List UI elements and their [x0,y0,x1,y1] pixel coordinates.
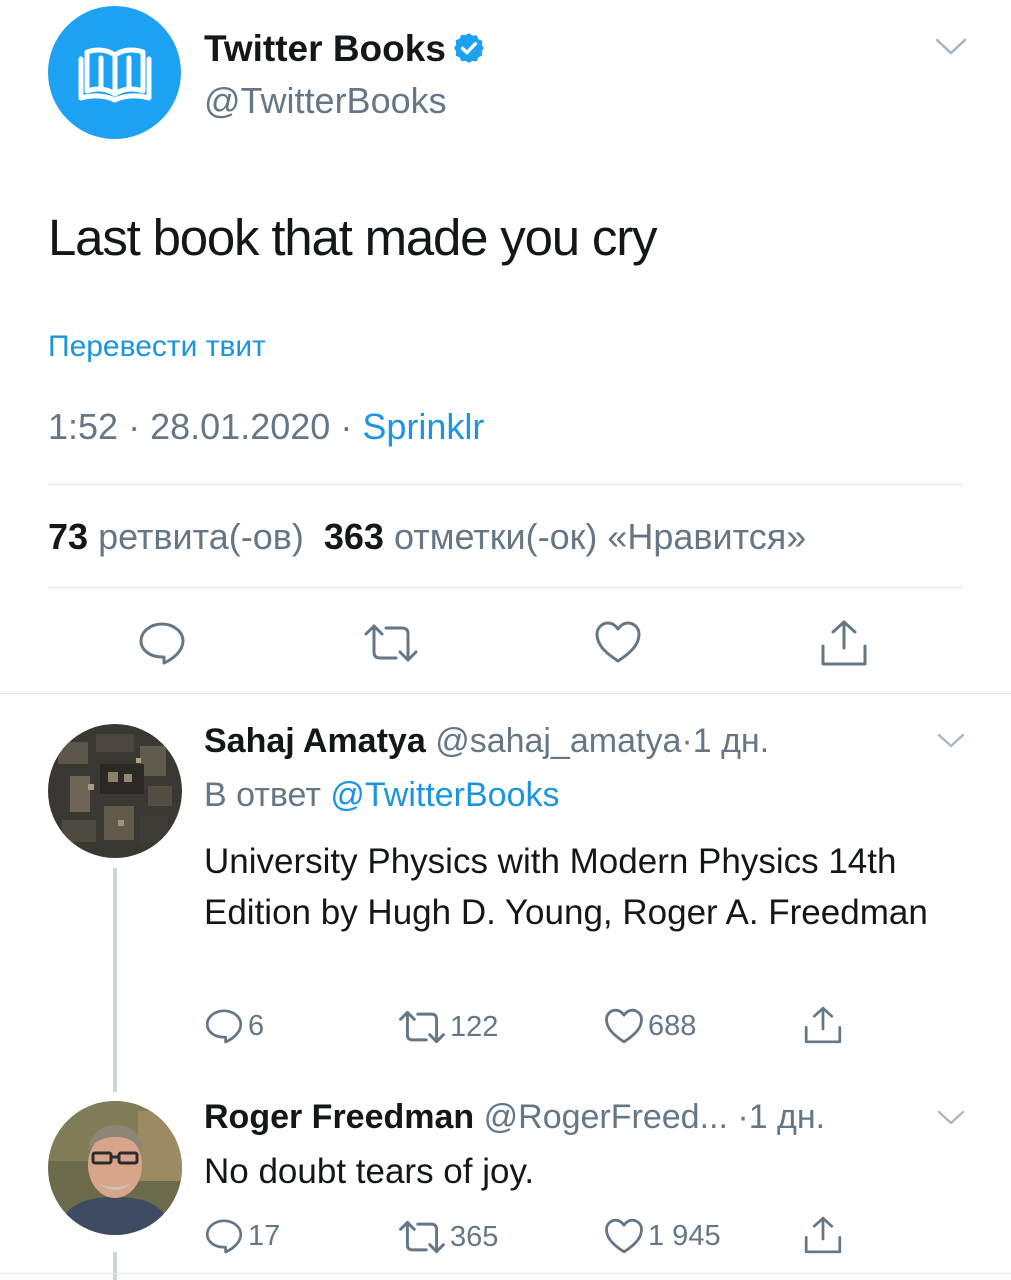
share-icon [821,620,867,666]
reply-author-handle[interactable]: @RogerFreed... [484,1098,728,1136]
verified-badge-icon [452,31,486,74]
reply-icon [205,1009,243,1044]
reply-header: Roger Freedman @RogerFreed... ·1 дн. [204,1098,825,1137]
retweet-icon [399,1010,445,1044]
author-handle[interactable]: @TwitterBooks [204,80,447,122]
reply-button[interactable] [137,620,187,666]
likes-label: отметки(-ок) «Нравится» [393,516,807,557]
retweet-icon [364,624,418,662]
reply-header: Sahaj Amatya @sahaj_amatya·1 дн. [204,722,769,761]
reply-icon [139,622,185,665]
reply-author-name[interactable]: Roger Freedman [204,1098,474,1136]
chevron-down-icon[interactable] [936,731,966,751]
meta-separator: · [340,406,353,447]
reply-count: 6 [248,1009,265,1042]
like-button[interactable]: 1 945 [604,1217,721,1255]
like-count: 1 945 [648,1219,721,1252]
reply-text: University Physics with Modern Physics 1… [204,842,928,932]
replying-to: В ответ @TwitterBooks [204,776,560,815]
author-avatar[interactable] [48,6,181,139]
thread-line [113,1252,117,1280]
avatar[interactable] [48,724,182,858]
like-count: 688 [648,1009,697,1042]
divider [48,587,963,588]
thread-line [113,868,117,1092]
tweet-text: Last book that made you cry [48,209,657,266]
meta-separator: · [128,406,141,447]
retweet-button[interactable]: 365 [398,1219,498,1255]
share-button[interactable] [803,1005,847,1045]
divider [0,1273,1011,1274]
tweet-source-link[interactable]: Sprinklr [362,406,484,447]
meta-separator: · [681,722,693,760]
divider [0,693,1011,694]
chevron-down-icon[interactable] [936,1108,966,1128]
author-name[interactable]: Twitter Books [204,28,486,74]
retweet-count: 365 [450,1220,499,1253]
author-name-text[interactable]: Twitter Books [204,28,446,69]
like-button[interactable]: 688 [604,1007,696,1045]
reply-icon [205,1219,243,1254]
retweets-count: 73 [48,516,89,557]
retweet-button[interactable] [363,622,419,664]
tweet-meta: 1:52 · 28.01.2020 · Sprinklr [48,406,484,448]
reply-time[interactable]: 1 дн. [749,1098,825,1136]
reply-time[interactable]: 1 дн. [693,722,769,760]
heart-icon [605,1218,643,1254]
open-book-icon [78,47,151,102]
retweets-stat[interactable]: 73 ретвита(-ов) [48,516,304,557]
translate-tweet-link[interactable]: Перевести твит [48,330,266,364]
reply-author-name[interactable]: Sahaj Amatya [204,722,426,760]
reply-author-handle[interactable]: @sahaj_amatya [435,722,681,760]
reply-button[interactable]: 6 [204,1007,264,1045]
tweet-time: 1:52 [48,406,119,447]
heart-icon [595,621,641,663]
retweet-count: 122 [450,1010,499,1043]
retweet-icon [399,1220,445,1254]
meta-separator: · [737,1098,749,1136]
retweet-button[interactable]: 122 [398,1009,498,1045]
retweets-label: ретвита(-ов) [98,516,304,557]
replying-to-prefix: В ответ [204,776,321,814]
avatar[interactable] [48,1101,182,1235]
reply-count: 17 [248,1219,281,1252]
share-icon [804,1216,842,1254]
share-button[interactable] [819,618,869,668]
share-button[interactable] [803,1215,847,1255]
divider [48,484,963,485]
reply-text: No doubt tears of joy. [204,1152,535,1191]
heart-icon [605,1008,643,1044]
replying-to-handle[interactable]: @TwitterBooks [330,776,559,814]
tweet-date: 28.01.2020 [150,406,331,447]
like-button[interactable] [594,620,642,664]
share-icon [804,1006,842,1044]
reply-button[interactable]: 17 [204,1217,280,1255]
likes-stat[interactable]: 363 отметки(-ок) «Нравится» [324,516,806,557]
engagement-counts: 73 ретвита(-ов) 363 отметки(-ок) «Нравит… [48,516,806,558]
chevron-down-icon[interactable] [934,36,968,58]
likes-count: 363 [323,516,384,557]
